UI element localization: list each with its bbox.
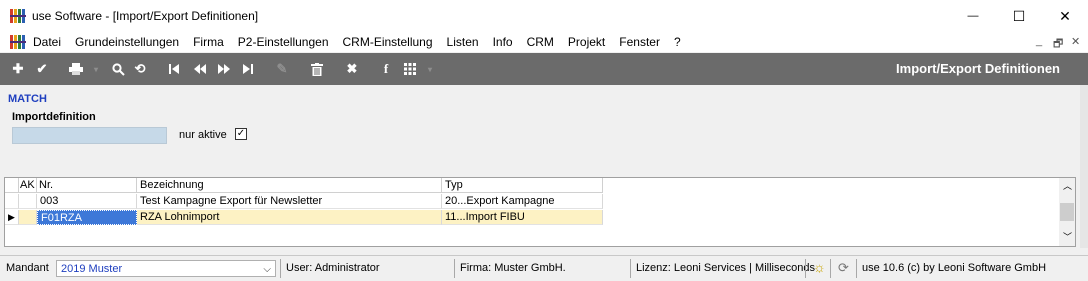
scroll-down-icon[interactable]: ﹀ [1063, 230, 1072, 243]
refresh-icon[interactable]: ⟲ [132, 61, 148, 77]
table-cell-typ[interactable]: 11...Import FIBU [442, 210, 603, 225]
grid-view-icon[interactable] [402, 61, 418, 77]
mandant-label: Mandant [6, 262, 49, 274]
sync-icon[interactable]: ⟳ [834, 259, 849, 276]
menu-info[interactable]: Info [486, 35, 520, 49]
menu-datei[interactable]: Datei [26, 35, 68, 49]
facebook-icon[interactable]: f [378, 61, 394, 77]
menu-projekt[interactable]: Projekt [561, 35, 612, 49]
row-indicator-header [5, 178, 19, 193]
page-title: Import/Export Definitionen [896, 61, 1060, 76]
title-bar: use Software - [Import/Export Definition… [0, 0, 1088, 32]
cancel-icon[interactable]: ✖ [344, 61, 360, 77]
importdefinition-input[interactable] [12, 127, 167, 144]
row-indicator[interactable] [5, 194, 19, 209]
delete-icon[interactable] [309, 61, 325, 77]
app-menu-icon[interactable] [10, 35, 26, 49]
status-lizenz: Lizenz: Leoni Services | Milliseconds [636, 262, 815, 274]
search-icon[interactable] [110, 61, 126, 77]
add-icon[interactable]: ✚ [10, 61, 26, 77]
nur-aktive-label: nur aktive [179, 129, 227, 141]
table-cell-ak[interactable] [19, 194, 37, 209]
mdi-close-icon[interactable]: ✕ [1071, 35, 1080, 48]
status-user: User: Administrator [286, 262, 380, 274]
chevron-down-icon[interactable]: ⌵ [263, 261, 271, 278]
mdi-minimize-icon[interactable]: _ [1036, 35, 1042, 47]
table-cell-ak[interactable] [19, 210, 37, 225]
section-match-label: MATCH [8, 93, 47, 105]
mandant-select[interactable]: 2019 Muster ⌵ [56, 260, 276, 277]
app-logo-icon [10, 9, 26, 23]
definitions-grid: AK Nr. Bezeichnung Typ 003 Test Kampagne… [4, 177, 1076, 247]
save-check-icon[interactable]: ✔ [34, 61, 50, 77]
menu-crm[interactable]: CRM [520, 35, 561, 49]
column-header-bezeichnung[interactable]: Bezeichnung [137, 178, 442, 193]
close-button[interactable]: ✕ [1042, 0, 1088, 32]
sun-icon[interactable]: ☼ [809, 259, 826, 276]
grid-dropdown-icon[interactable]: ▾ [422, 61, 438, 77]
scroll-up-icon[interactable]: ︿ [1063, 179, 1072, 192]
close-icon: ✕ [1059, 7, 1071, 24]
column-header-nr[interactable]: Nr. [37, 178, 137, 193]
grid-vertical-scrollbar[interactable]: ︿ ﹀ [1059, 178, 1075, 246]
mdi-restore-icon[interactable]: 🗗 [1053, 35, 1063, 54]
table-cell-bezeichnung[interactable]: Test Kampagne Export für Newsletter [137, 194, 442, 209]
importdefinition-label: Importdefinition [12, 111, 96, 123]
current-row-indicator-icon[interactable]: ▶ [5, 210, 19, 225]
toolbar: ✚ ✔ ▾ ⟲ ✎ ✖ f ▾ Import/Export Definition… [0, 53, 1088, 85]
status-bar: Mandant 2019 Muster ⌵ User: Administrato… [0, 255, 1088, 281]
menu-fenster[interactable]: Fenster [612, 35, 667, 49]
right-edge-splitter[interactable] [1080, 85, 1088, 248]
status-firma: Firma: Muster GmbH. [460, 262, 566, 274]
previous-record-icon[interactable] [192, 61, 208, 77]
menu-bar: Datei Grundeinstellungen Firma P2-Einste… [0, 32, 1088, 52]
minimize-icon: — [967, 10, 979, 22]
column-header-ak[interactable]: AK [19, 178, 37, 193]
menu-grundeinstellungen[interactable]: Grundeinstellungen [68, 35, 186, 49]
maximize-button[interactable]: ☐ [996, 0, 1042, 32]
next-record-icon[interactable] [216, 61, 232, 77]
scrollbar-thumb[interactable] [1060, 203, 1074, 221]
menu-firma[interactable]: Firma [186, 35, 231, 49]
first-record-icon[interactable] [166, 61, 182, 77]
nur-aktive-checkbox[interactable]: ✓ [235, 128, 247, 140]
status-version: use 10.6 (c) by Leoni Software GmbH [862, 262, 1047, 274]
last-record-icon[interactable] [240, 61, 256, 77]
mandant-value: 2019 Muster [61, 263, 123, 275]
minimize-button[interactable]: — [950, 0, 996, 32]
table-cell-nr[interactable]: 003 [37, 194, 137, 209]
menu-help[interactable]: ? [667, 35, 688, 49]
maximize-icon: ☐ [1012, 7, 1026, 24]
menu-listen[interactable]: Listen [440, 35, 486, 49]
table-cell-bezeichnung[interactable]: RZA Lohnimport [137, 210, 442, 225]
window-title: use Software - [Import/Export Definition… [32, 9, 259, 23]
print-dropdown-icon[interactable]: ▾ [88, 61, 104, 77]
column-header-typ[interactable]: Typ [442, 178, 603, 193]
print-icon[interactable] [68, 61, 84, 77]
edit-icon[interactable]: ✎ [274, 61, 290, 77]
table-cell-nr-selected[interactable]: F01RZA [37, 210, 137, 225]
table-cell-typ[interactable]: 20...Export Kampagne [442, 194, 603, 209]
menu-crm-einstellung[interactable]: CRM-Einstellung [336, 35, 440, 49]
menu-p2-einstellungen[interactable]: P2-Einstellungen [231, 35, 336, 49]
